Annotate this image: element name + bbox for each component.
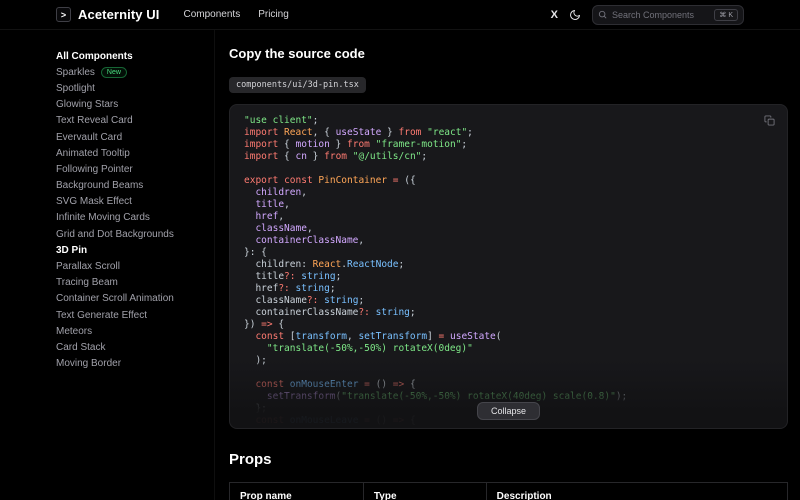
nav-link-pricing[interactable]: Pricing bbox=[258, 9, 289, 20]
search-input[interactable]: Search Components ⌘ K bbox=[592, 4, 744, 25]
sidebar-item-label: Tracing Beam bbox=[56, 277, 118, 289]
sidebar-item-label: Infinite Moving Cards bbox=[56, 212, 150, 224]
code-line: }) => { bbox=[244, 319, 285, 330]
logo[interactable]: > Aceternity UI bbox=[56, 7, 160, 22]
sidebar-item-label: Animated Tooltip bbox=[56, 147, 130, 159]
sidebar-item-svg-mask-effect[interactable]: SVG Mask Effect bbox=[56, 194, 214, 210]
page-layout: All Components Sparkles New Spotlight Glowin… bbox=[0, 30, 800, 500]
code-block: "use client"; import React, { useState } … bbox=[229, 104, 788, 429]
props-header-row: Prop name Type Description bbox=[229, 482, 789, 500]
navbar: > Aceternity UI Components Pricing X Sear… bbox=[0, 0, 800, 30]
new-badge: New bbox=[100, 66, 127, 78]
code-line: const [transform, setTransform] = useSta… bbox=[255, 331, 502, 342]
sidebar-item-label: Background Beams bbox=[56, 180, 144, 192]
props-column-header: Description bbox=[485, 482, 789, 500]
file-path-badge: components/ui/3d-pin.tsx bbox=[229, 77, 366, 93]
sidebar-item-card-stack[interactable]: Card Stack bbox=[56, 339, 214, 355]
sidebar-item-label: 3D Pin bbox=[56, 244, 88, 256]
code-line: containerClassName, bbox=[255, 235, 365, 246]
sidebar-item-label: Sparkles bbox=[56, 66, 95, 78]
props-table: Prop name Type Description bbox=[229, 482, 789, 500]
code-line: }: { bbox=[244, 247, 267, 258]
sidebar: All Components Sparkles New Spotlight Glowin… bbox=[0, 30, 215, 500]
sidebar-item-label: Spotlight bbox=[56, 82, 95, 94]
sidebar-item-label: SVG Mask Effect bbox=[56, 196, 132, 208]
props-column-header: Prop name bbox=[229, 482, 364, 500]
code-line: title, bbox=[255, 199, 290, 210]
search-placeholder: Search Components bbox=[612, 9, 695, 20]
code-line: href, bbox=[255, 211, 285, 222]
sidebar-item-following-pointer[interactable]: Following Pointer bbox=[56, 161, 214, 177]
sidebar-item-label: Grid and Dot Backgrounds bbox=[56, 228, 174, 240]
site-title: Aceternity UI bbox=[78, 7, 160, 22]
code-line: "translate(-50%,-50%) rotateX(0deg)" bbox=[266, 343, 473, 354]
logo-icon: > bbox=[56, 7, 71, 22]
sidebar-item-animated-tooltip[interactable]: Animated Tooltip bbox=[56, 145, 214, 161]
collapse-button[interactable]: Collapse bbox=[476, 402, 541, 420]
sidebar-item-parallax-scroll[interactable]: Parallax Scroll bbox=[56, 258, 214, 274]
code-line: className?: string; bbox=[244, 295, 365, 306]
sidebar-item-glowing-stars[interactable]: Glowing Stars bbox=[56, 97, 214, 113]
search-icon bbox=[598, 10, 607, 19]
code-line: children, bbox=[255, 187, 307, 198]
sidebar-item-label: Text Reveal Card bbox=[56, 115, 133, 127]
code-line: import { motion } from "framer-motion"; bbox=[244, 139, 468, 150]
sidebar-item-grid-and-dot-backgrounds[interactable]: Grid and Dot Backgrounds bbox=[56, 226, 214, 242]
code-line: children: React.ReactNode; bbox=[244, 259, 405, 270]
sidebar-item-label: Moving Border bbox=[56, 358, 122, 370]
sidebar-item-spotlight[interactable]: Spotlight bbox=[56, 80, 214, 96]
sidebar-item-container-scroll-animation[interactable]: Container Scroll Animation bbox=[56, 291, 214, 307]
sidebar-item-tracing-beam[interactable]: Tracing Beam bbox=[56, 275, 214, 291]
sidebar-item-label: Evervault Card bbox=[56, 131, 123, 143]
sidebar-list: All Components Sparkles New Spotlight Glowin… bbox=[56, 48, 214, 372]
sidebar-item-label: Container Scroll Animation bbox=[56, 293, 174, 305]
logo-symbol: > bbox=[60, 9, 67, 20]
page-title: Copy the source code bbox=[229, 46, 365, 61]
sidebar-item-3d-pin[interactable]: 3D Pin bbox=[56, 242, 214, 258]
code-line: title?: string; bbox=[244, 271, 342, 282]
code-line: export const PinContainer = ({ bbox=[244, 175, 416, 186]
x-twitter-icon[interactable]: X bbox=[551, 9, 558, 21]
code-line: import React, { useState } from "react"; bbox=[244, 127, 473, 138]
nav-links: Components Pricing bbox=[184, 9, 289, 20]
sidebar-item-text-generate-effect[interactable]: Text Generate Effect bbox=[56, 307, 214, 323]
code-line: import { cn } from "@/utils/cn"; bbox=[244, 151, 428, 162]
sidebar-item-moving-border[interactable]: Moving Border bbox=[56, 356, 214, 372]
sidebar-item-label: Parallax Scroll bbox=[56, 261, 120, 273]
sidebar-item-sparkles[interactable]: Sparkles New bbox=[56, 64, 214, 80]
code-line: "use client"; bbox=[244, 115, 319, 126]
copy-icon bbox=[764, 115, 775, 126]
sidebar-item-label: Text Generate Effect bbox=[56, 309, 147, 321]
sidebar-item-label: Following Pointer bbox=[56, 163, 133, 175]
sidebar-item-meteors[interactable]: Meteors bbox=[56, 323, 214, 339]
code-fade-overlay: Collapse bbox=[230, 358, 787, 428]
sidebar-item-label: Meteors bbox=[56, 325, 93, 337]
code-line: href?: string; bbox=[244, 283, 336, 294]
props-column-header: Type bbox=[362, 482, 487, 500]
main-content: Copy the source code components/ui/3d-pi… bbox=[215, 30, 800, 500]
sidebar-item-evervault-card[interactable]: Evervault Card bbox=[56, 129, 214, 145]
sidebar-item-all-components[interactable]: All Components bbox=[56, 48, 214, 64]
navbar-right: X Search Components ⌘ K bbox=[551, 4, 744, 25]
sidebar-item-background-beams[interactable]: Background Beams bbox=[56, 178, 214, 194]
sidebar-item-label: Glowing Stars bbox=[56, 99, 119, 111]
sidebar-item-infinite-moving-cards[interactable]: Infinite Moving Cards bbox=[56, 210, 214, 226]
sidebar-item-label: All Components bbox=[56, 50, 133, 62]
props-heading: Props bbox=[229, 451, 272, 468]
copy-code-button[interactable] bbox=[762, 113, 777, 128]
code-line: containerClassName?: string; bbox=[244, 307, 416, 318]
sidebar-item-label: Card Stack bbox=[56, 341, 106, 353]
sidebar-item-text-reveal-card[interactable]: Text Reveal Card bbox=[56, 113, 214, 129]
search-shortcut-badge: ⌘ K bbox=[714, 8, 738, 21]
code-line: className, bbox=[255, 223, 313, 234]
theme-toggle-moon-icon[interactable] bbox=[569, 9, 581, 21]
nav-link-components[interactable]: Components bbox=[184, 9, 241, 20]
